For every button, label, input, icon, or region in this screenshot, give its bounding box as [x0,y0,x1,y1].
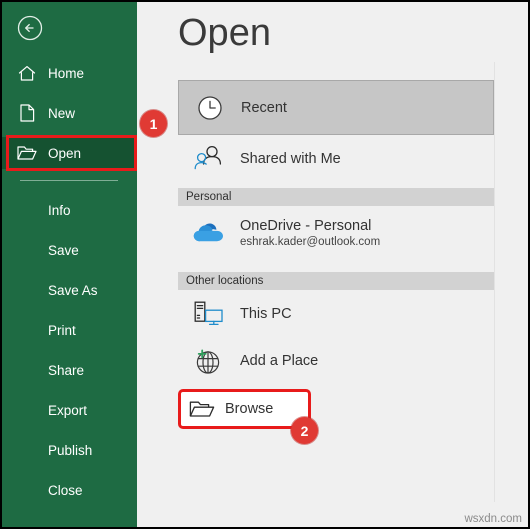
new-file-icon [16,104,38,122]
sidebar-item-export[interactable]: Export [2,394,137,426]
place-shared-with-me[interactable]: Shared with Me [178,138,494,180]
sidebar-item-label: Home [48,65,85,81]
place-label: Add a Place [240,353,319,369]
place-add-a-place[interactable]: Add a Place [178,340,494,382]
sidebar-item-label: Close [48,482,83,498]
sidebar-item-publish[interactable]: Publish [2,434,137,466]
backstage-main-pane: Open Recent Shared with Me Personal OneD… [137,2,528,527]
sidebar-item-label: Info [48,202,71,218]
place-browse[interactable]: Browse [178,389,311,429]
backstage-sidebar: Home New Open Info Save Save As Print Sh… [2,2,137,527]
sidebar-item-label: Publish [48,442,93,458]
place-label: Browse [225,401,274,417]
place-text: Shared with Me [240,150,341,168]
sidebar-item-label: Print [48,322,76,338]
place-text: Browse [225,400,273,418]
place-label: OneDrive - Personal [240,217,372,234]
sidebar-item-label: Export [48,402,88,418]
section-header-other-locations: Other locations [178,272,494,290]
people-icon [192,142,226,176]
place-this-pc[interactable]: This PC [178,293,494,335]
place-recent[interactable]: Recent [178,80,494,135]
place-label: Recent [241,99,287,116]
clock-icon [193,91,227,125]
place-text: This PC [240,305,292,323]
place-onedrive-personal[interactable]: OneDrive - Personal eshrak.kader@outlook… [178,209,494,257]
excel-backstage-open-screen: Home New Open Info Save Save As Print Sh… [0,0,530,529]
content-divider [494,62,495,502]
sidebar-item-label: New [48,105,76,121]
sidebar-item-close[interactable]: Close [2,474,137,506]
annotation-badge-2: 2 [291,417,318,444]
sidebar-item-home[interactable]: Home [2,57,137,89]
sidebar-item-print[interactable]: Print [2,314,137,346]
onedrive-cloud-icon [192,216,226,250]
place-text: OneDrive - Personal eshrak.kader@outlook… [240,217,380,250]
place-text: Recent [241,99,287,117]
globe-plus-icon [192,344,226,378]
watermark: wsxdn.com [464,513,522,525]
section-header-personal: Personal [178,188,494,206]
sidebar-item-label: Share [48,362,85,378]
place-text: Add a Place [240,352,318,370]
this-pc-icon [192,297,226,331]
sidebar-item-new[interactable]: New [2,97,137,129]
sidebar-item-save-as[interactable]: Save As [2,274,137,306]
sidebar-divider [20,180,118,181]
place-sublabel: eshrak.kader@outlook.com [240,235,381,248]
sidebar-item-label: Save As [48,282,98,298]
page-title: Open [178,12,271,54]
back-arrow-icon[interactable] [16,14,44,42]
place-label: This PC [240,306,292,322]
sidebar-item-share[interactable]: Share [2,354,137,386]
sidebar-item-info[interactable]: Info [2,194,137,226]
annotation-badge-1: 1 [140,110,167,137]
sidebar-item-label: Save [48,242,79,258]
highlight-box-open [6,135,137,171]
folder-icon [185,392,219,426]
home-icon [16,64,38,82]
place-label: Shared with Me [240,151,341,167]
sidebar-item-save[interactable]: Save [2,234,137,266]
